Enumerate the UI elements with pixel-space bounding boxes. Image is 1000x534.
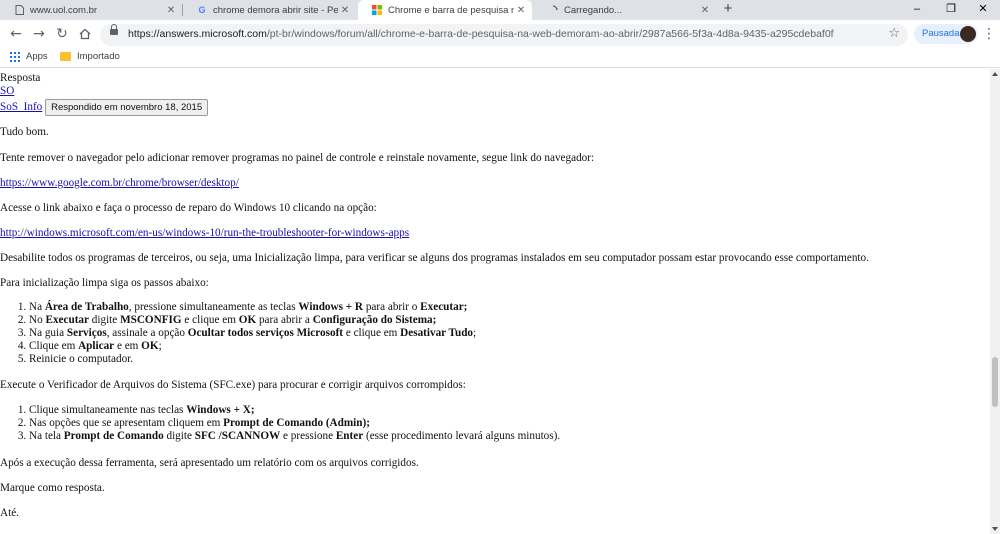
answered-date-button[interactable]: Respondido em novembro 18, 2015 — [45, 99, 209, 116]
list-item: Nas opções que se apresentam cliquem em … — [29, 417, 560, 430]
page-content: Resposta SO SoS_Info Respondido em novem… — [0, 69, 990, 534]
tab-google-search[interactable]: G chrome demora abrir site - Pesq ✕ — [183, 0, 356, 20]
bookmark-star-icon[interactable]: ☆ — [888, 26, 900, 41]
folder-icon — [60, 52, 71, 61]
address-bar[interactable]: https://answers.microsoft.com/pt-br/wind… — [100, 24, 908, 46]
clean-boot-steps: Na Área de Trabalho, pressione simultane… — [0, 301, 476, 366]
bookmarks-bar: Apps Importado — [0, 48, 1000, 68]
bookmark-label: Importado — [77, 51, 120, 62]
list-item: Na Área de Trabalho, pressione simultane… — [29, 301, 476, 314]
list-item: No Executar digite MSCONFIG e clique em … — [29, 314, 476, 327]
tab-title: Chrome e barra de pesquisa na W — [388, 4, 514, 16]
tab-loading[interactable]: Carregando... ✕ — [534, 0, 716, 20]
restore-button[interactable]: ❐ — [934, 0, 968, 20]
paragraph-signoff: Até. — [0, 507, 19, 519]
tab-title: www.uol.com.br — [30, 4, 98, 16]
list-item: Clique em Aplicar e em OK; — [29, 340, 476, 353]
bookmark-label: Apps — [26, 51, 48, 62]
close-tab-icon[interactable]: ✕ — [164, 5, 178, 16]
lock-icon — [110, 24, 118, 35]
minimize-button[interactable]: – — [900, 0, 934, 20]
reload-icon: ↻ — [56, 26, 68, 42]
url-path: /pt-br/windows/forum/all/chrome-e-barra-… — [266, 28, 834, 40]
back-button[interactable]: ← — [6, 24, 26, 44]
scroll-up-arrow-icon[interactable] — [992, 72, 998, 76]
home-icon — [79, 28, 91, 40]
user-name-link[interactable]: SoS_Info — [0, 101, 42, 113]
tab-strip: www.uol.com.br ✕ G chrome demora abrir s… — [0, 0, 1000, 20]
google-icon: G — [198, 5, 206, 15]
microsoft-icon — [372, 5, 382, 15]
profile-status-label: Pausada — [922, 28, 960, 39]
paragraph-reinstall: Tente remover o navegador pelo adicionar… — [0, 152, 595, 164]
loading-icon — [548, 5, 558, 15]
list-item: Reinicie o computador. — [29, 353, 476, 366]
paragraph-report: Após a execução dessa ferramenta, será a… — [0, 457, 419, 469]
bookmark-importado[interactable]: Importado — [60, 51, 120, 62]
menu-button[interactable]: ⋮ — [982, 24, 996, 44]
avatar — [960, 26, 976, 42]
paragraph-repair: Acesse o link abaixo e faça o processo d… — [0, 202, 377, 214]
chrome-download-link[interactable]: https://www.google.com.br/chrome/browser… — [0, 177, 239, 189]
paragraph-sfc: Execute o Verificador de Arquivos do Sis… — [0, 379, 466, 391]
apps-icon — [10, 51, 20, 62]
bookmark-apps[interactable]: Apps — [10, 51, 48, 62]
close-window-button[interactable]: ✕ — [966, 0, 1000, 20]
troubleshooter-link[interactable]: http://windows.microsoft.com/en-us/windo… — [0, 227, 409, 239]
paragraph-mark-answer: Marque como resposta. — [0, 482, 105, 494]
close-tab-icon[interactable]: ✕ — [338, 5, 352, 16]
tab-microsoft-answers[interactable]: Chrome e barra de pesquisa na W ✕ — [358, 0, 532, 20]
close-tab-icon[interactable]: ✕ — [698, 5, 712, 16]
page-scrollbar[interactable] — [990, 69, 1000, 534]
greeting-text: Tudo bom. — [0, 126, 49, 138]
paragraph-clean-boot: Desabilite todos os programas de terceir… — [0, 252, 869, 264]
scroll-down-arrow-icon[interactable] — [992, 527, 998, 531]
tab-uol[interactable]: www.uol.com.br ✕ — [0, 0, 182, 20]
user-profile-link[interactable]: SO — [0, 85, 14, 97]
reload-button[interactable]: ↻ — [52, 24, 72, 44]
profile-button[interactable]: Pausada — [914, 24, 978, 44]
kebab-menu-icon: ⋮ — [982, 26, 996, 42]
tab-title: Carregando... — [564, 4, 623, 16]
list-item: Na tela Prompt de Comando digite SFC /SC… — [29, 430, 560, 443]
page-icon — [14, 5, 24, 15]
paragraph-steps-intro: Para inicialização limpa siga os passos … — [0, 277, 209, 289]
forward-button[interactable]: → — [29, 24, 49, 44]
tab-title: chrome demora abrir site - Pesq — [213, 4, 338, 16]
browser-toolbar: ← → ↻ https://answers.microsoft.com/pt-b… — [0, 20, 1000, 48]
close-tab-icon[interactable]: ✕ — [514, 5, 528, 16]
list-item: Na guia Serviços, assinale a opção Ocult… — [29, 327, 476, 340]
arrow-right-icon: → — [33, 26, 45, 42]
list-item: Clique simultaneamente nas teclas Window… — [29, 404, 560, 417]
home-button[interactable] — [75, 24, 95, 44]
post-header: Resposta — [0, 72, 41, 84]
url-text[interactable]: https://answers.microsoft.com/pt-br/wind… — [128, 28, 834, 40]
scrollbar-thumb[interactable] — [992, 357, 998, 407]
url-host: https://answers.microsoft.com — [128, 28, 267, 40]
new-tab-button[interactable]: + — [720, 0, 736, 20]
arrow-left-icon: ← — [10, 26, 22, 42]
sfc-steps: Clique simultaneamente nas teclas Window… — [0, 404, 560, 443]
